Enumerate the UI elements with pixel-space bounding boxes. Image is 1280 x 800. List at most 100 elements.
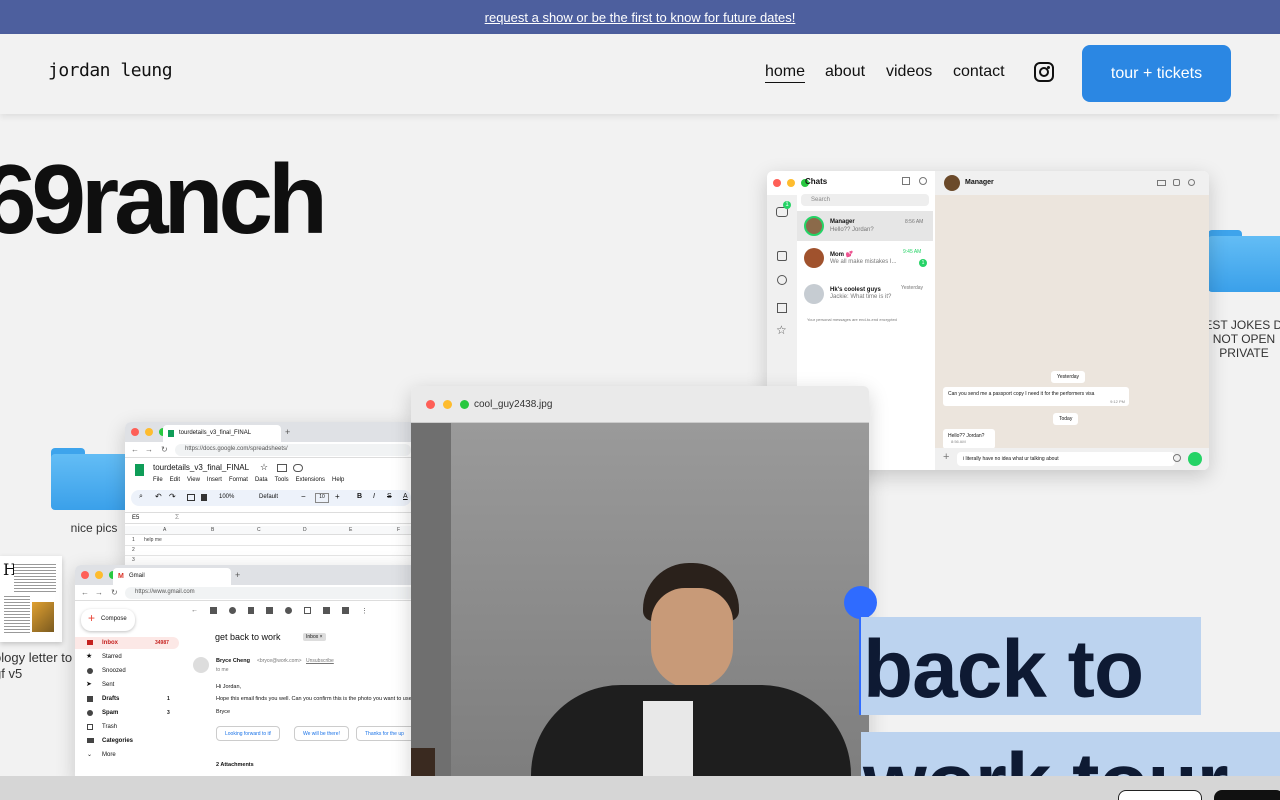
search-icon[interactable] (1188, 179, 1195, 186)
redo-icon[interactable]: ↷ (169, 492, 176, 501)
new-tab-icon[interactable]: + (235, 570, 240, 580)
folder-inbox[interactable]: Inbox 34987 (75, 637, 179, 649)
print-icon[interactable] (187, 494, 195, 501)
folder-icon[interactable] (1208, 230, 1280, 292)
label-icon[interactable] (342, 607, 349, 614)
cloud-icon[interactable] (293, 464, 303, 472)
menu-help[interactable]: Help (332, 477, 344, 483)
smart-reply[interactable]: We will be there! (294, 726, 349, 741)
undo-icon[interactable]: ↶ (155, 492, 162, 501)
cell-reference[interactable]: E5 (132, 515, 139, 521)
move-icon[interactable] (277, 464, 287, 472)
nav-home[interactable]: home (765, 63, 806, 83)
add-task-icon[interactable] (304, 607, 311, 614)
search-icon[interactable]: ⌕ (139, 493, 143, 501)
archive-icon[interactable] (210, 607, 217, 614)
window-controls[interactable] (131, 428, 167, 436)
phone-icon[interactable] (777, 251, 787, 261)
chat-item[interactable]: Hk's coolest guys Jackie: What time is i… (797, 279, 933, 309)
font-select[interactable]: Default (259, 494, 278, 500)
mark-unread-icon[interactable] (266, 607, 273, 614)
delete-icon[interactable] (248, 607, 254, 614)
text-color-icon[interactable]: A (403, 493, 408, 500)
zoom-select[interactable]: 100% (219, 494, 234, 500)
menu-format[interactable]: Format (229, 477, 248, 483)
nav-videos[interactable]: videos (886, 63, 932, 81)
folder-drafts[interactable]: Drafts 1 (75, 693, 179, 705)
chat-search-input[interactable]: Search (801, 194, 929, 206)
move-to-icon[interactable] (323, 607, 330, 614)
chat-item[interactable]: Mom 💕 We all make mistakes I... 9:45 AM … (797, 243, 933, 273)
menu-tools[interactable]: Tools (275, 477, 289, 483)
voice-call-icon[interactable] (1173, 179, 1180, 186)
banner-link[interactable]: request a show or be the first to know f… (485, 10, 796, 25)
recipient[interactable]: to me (216, 667, 229, 673)
snooze-icon[interactable] (285, 607, 292, 614)
back-icon[interactable]: ← (81, 588, 89, 597)
address-bar[interactable]: https://www.gmail.com (125, 587, 415, 599)
inbox-tag[interactable]: Inbox × (303, 633, 326, 641)
menu-edit[interactable]: Edit (170, 477, 180, 483)
emoji-icon[interactable] (1173, 454, 1181, 462)
star-icon[interactable]: ☆ (260, 462, 268, 473)
font-size-input[interactable]: 10 (315, 493, 329, 503)
instagram-icon[interactable] (1034, 62, 1054, 82)
send-icon[interactable] (1188, 452, 1202, 466)
row-header[interactable]: 3 (132, 557, 135, 563)
address-bar[interactable]: https://docs.google.com/spreadsheets/ (175, 444, 411, 456)
folder-categories[interactable]: Categories (75, 735, 179, 747)
back-arrow-icon[interactable]: ← (191, 607, 198, 615)
column-header[interactable]: A (163, 527, 166, 533)
menu-view[interactable]: View (187, 477, 200, 483)
settings-icon[interactable] (919, 177, 927, 185)
tour-tickets-button[interactable]: tour + tickets (1082, 45, 1231, 102)
folder-sent[interactable]: ➤ Sent (75, 679, 179, 691)
doc-title[interactable]: tourdetails_v3_final_FINAL (153, 463, 249, 472)
new-chat-icon[interactable] (902, 177, 910, 185)
menu-extensions[interactable]: Extensions (296, 477, 325, 483)
column-header[interactable]: F (397, 527, 400, 533)
increase-font-icon[interactable]: + (335, 492, 340, 501)
paint-format-icon[interactable] (201, 494, 207, 501)
chat-item-selected[interactable]: Manager Hello?? Jordan? 8:56 AM (797, 211, 933, 241)
folder-spam[interactable]: Spam 3 (75, 707, 179, 719)
folder-starred[interactable]: ★ Starred (75, 651, 179, 663)
compose-button[interactable]: + Compose (81, 609, 135, 631)
decrease-font-icon[interactable]: − (301, 492, 306, 501)
reload-icon[interactable]: ↻ (111, 588, 118, 597)
archive-icon[interactable] (777, 303, 787, 313)
nav-contact[interactable]: contact (953, 63, 1005, 81)
folder-snoozed[interactable]: Snoozed (75, 665, 179, 677)
menu-insert[interactable]: Insert (207, 477, 222, 483)
cell-a1[interactable]: help me (144, 537, 162, 543)
message-input[interactable]: i literally have no idea what ur talking… (957, 452, 1175, 466)
window-controls[interactable] (81, 571, 117, 579)
column-header[interactable]: E (349, 527, 352, 533)
primary-button[interactable] (1214, 790, 1280, 800)
bold-icon[interactable]: B (357, 493, 362, 500)
status-icon[interactable] (777, 275, 787, 285)
new-tab-icon[interactable]: + (285, 427, 290, 437)
window-controls[interactable] (426, 400, 469, 409)
folder-icon[interactable] (51, 448, 135, 510)
selection-handle[interactable] (844, 586, 877, 619)
forward-icon[interactable]: → (145, 445, 153, 454)
video-call-icon[interactable] (1157, 180, 1166, 186)
star-icon[interactable]: ☆ (776, 323, 787, 337)
unsubscribe-link[interactable]: Unsubscribe (306, 658, 334, 664)
row-header[interactable]: 2 (132, 547, 135, 553)
italic-icon[interactable]: I (373, 493, 375, 500)
strikethrough-icon[interactable]: S (387, 493, 392, 500)
column-header[interactable]: B (211, 527, 214, 533)
secondary-button[interactable] (1118, 790, 1202, 800)
attach-icon[interactable]: + (943, 451, 949, 463)
menu-data[interactable]: Data (255, 477, 268, 483)
row-header[interactable]: 1 (132, 537, 135, 543)
site-logo[interactable]: jordan leung (48, 60, 173, 81)
forward-icon[interactable]: → (95, 588, 103, 597)
smart-reply[interactable]: Looking forward to it! (216, 726, 281, 741)
nav-about[interactable]: about (825, 63, 865, 81)
back-icon[interactable]: ← (131, 445, 139, 454)
folder-trash[interactable]: Trash (75, 721, 179, 733)
spreadsheet-grid[interactable]: A B C D E F 1 help me 2 3 (125, 526, 415, 570)
